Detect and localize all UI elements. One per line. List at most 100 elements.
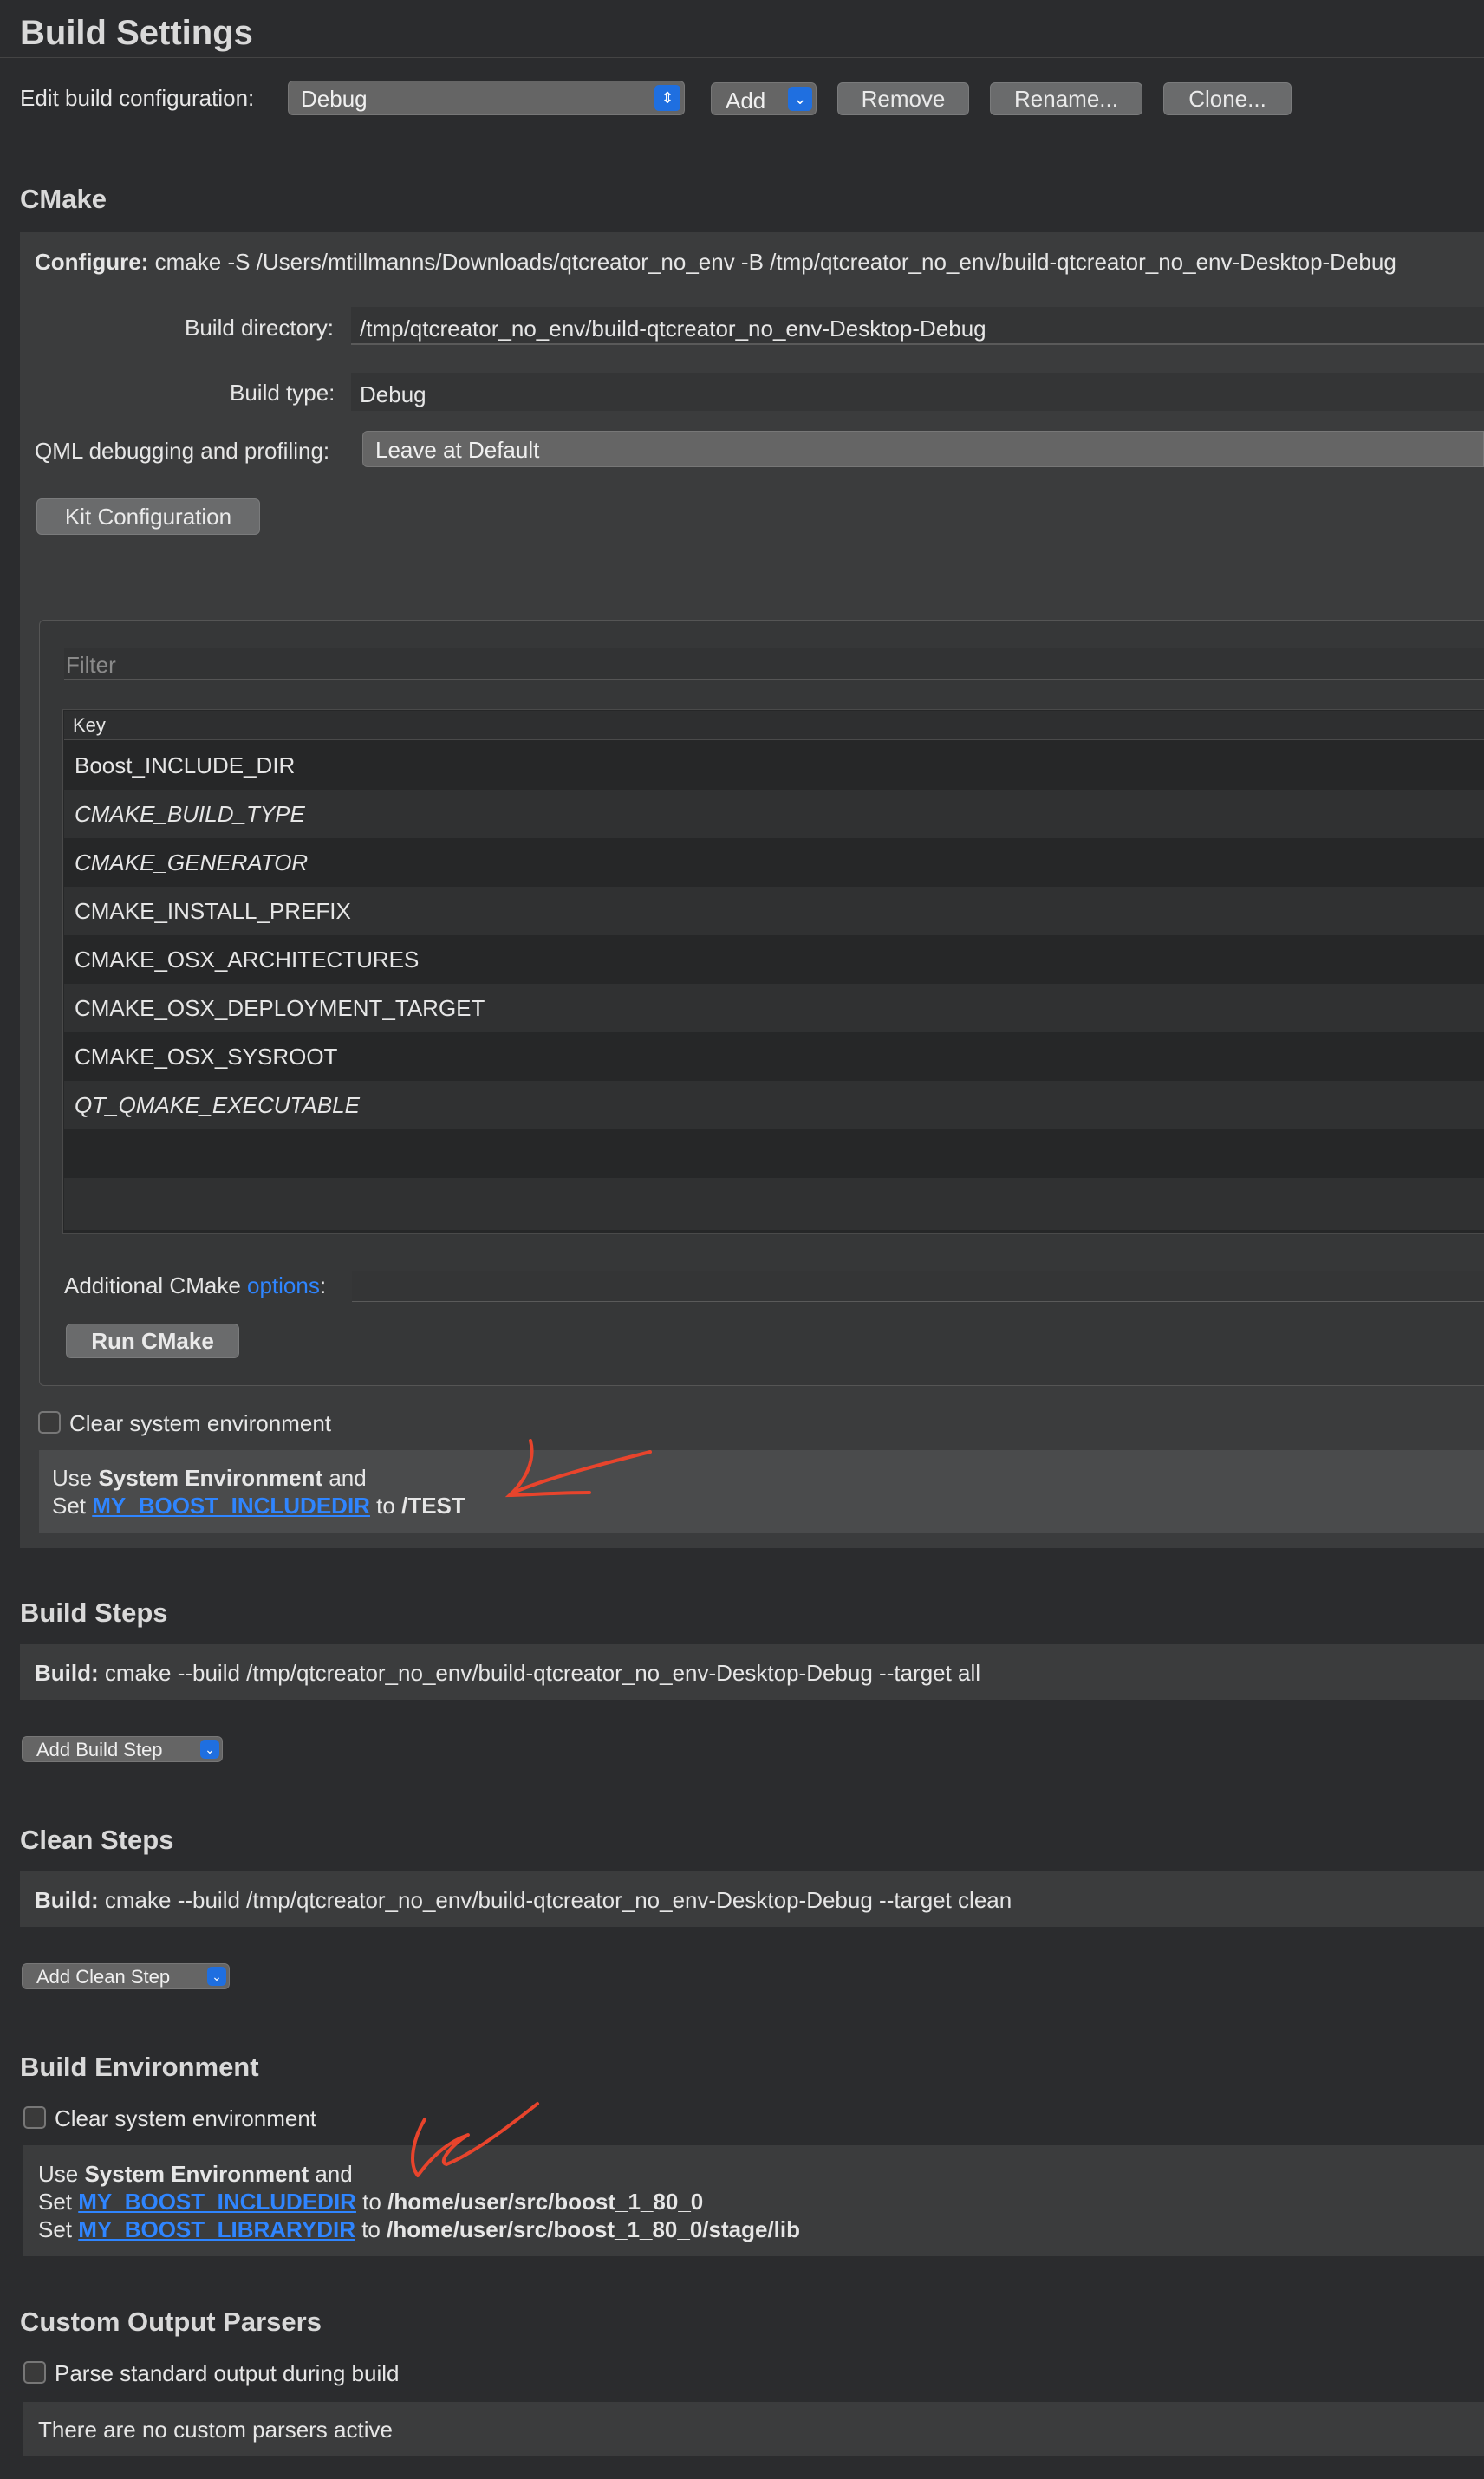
table-row-empty [64,1129,1484,1178]
build-type-label: Build type: [230,380,335,406]
clean-step-command: cmake --build /tmp/qtcreator_no_env/buil… [104,1887,1012,1913]
env-set-word: Set [52,1493,93,1519]
remove-config-button[interactable]: Remove [837,82,969,115]
env-to-word: to [355,2216,387,2242]
env-system-environment: System Environment [98,1465,323,1491]
table-row-empty [64,1178,1484,1230]
configure-command: cmake -S /Users/mtillmanns/Downloads/qtc… [154,249,1396,275]
additional-options-underline [352,1301,1484,1302]
build-type-field[interactable]: Debug [351,373,1484,411]
build-env-heading: Build Environment [20,2052,259,2082]
env-var-link[interactable]: MY_BOOST_INCLUDEDIR [78,2189,356,2215]
parse-output-label: Parse standard output during build [55,2360,400,2386]
table-row[interactable]: QT_QMAKE_EXECUTABLE [64,1081,1484,1129]
configure-line: Configure: cmake -S /Users/mtillmanns/Do… [35,249,1396,276]
table-cell-key: CMAKE_BUILD_TYPE [75,801,305,827]
build-dir-label: Build directory: [185,315,334,341]
page-title: Build Settings [20,14,253,52]
build-env-clear-label: Clear system environment [55,2105,316,2131]
env-to-word: to [355,2189,388,2215]
env-and-word: and [309,2161,353,2187]
run-cmake-button[interactable]: Run CMake [66,1324,239,1358]
updown-chevron-icon: ⇕ [654,85,680,111]
filter-underline [64,679,1484,680]
env-to-word: to [369,1493,402,1519]
table-cell-key: QT_QMAKE_EXECUTABLE [75,1092,360,1118]
kit-configuration-button[interactable]: Kit Configuration [36,498,260,535]
env-use-word: Use [38,2161,85,2187]
title-divider [0,57,1484,58]
clean-step-row[interactable]: Build: cmake --build /tmp/qtcreator_no_e… [20,1871,1484,1927]
build-dir-field[interactable]: /tmp/qtcreator_no_env/build-qtcreator_no… [351,307,1484,345]
additional-options-label: Additional CMake options: [64,1272,326,1299]
chevron-down-icon: ⌄ [207,1967,226,1986]
build-config-select[interactable]: Debug ⇕ [288,81,685,115]
qml-select[interactable]: Leave at Default [362,431,1484,467]
env-and-word: and [322,1465,367,1491]
env-var-value: /home/user/src/boost_1_80_0/stage/lib [387,2216,800,2242]
add-config-button[interactable]: Add ⌄ [711,82,817,115]
config-label: Edit build configuration: [20,85,255,111]
build-env-line1: Use System Environment and [38,2161,353,2188]
annotation-arrow-icon [504,1439,652,1498]
filter-placeholder: Filter [66,652,116,678]
table-row[interactable]: CMAKE_BUILD_TYPE [64,790,1484,838]
add-clean-step-button[interactable]: Add Clean Step ⌄ [22,1963,230,1989]
env-var-value: /TEST [401,1493,465,1519]
parsers-status-panel: There are no custom parsers active [23,2402,1484,2456]
parsers-heading: Custom Output Parsers [20,2307,322,2337]
env-set-word: Set [38,2216,79,2242]
table-row[interactable]: CMAKE_OSX_ARCHITECTURES [64,935,1484,984]
cmake-env-summary [39,1450,1484,1533]
env-var-value: /home/user/src/boost_1_80_0 [387,2189,704,2215]
env-var-link[interactable]: MY_BOOST_LIBRARYDIR [78,2216,355,2242]
qml-value: Leave at Default [375,437,540,463]
env-var-link[interactable]: MY_BOOST_INCLUDEDIR [92,1493,370,1519]
build-dir-underline [351,343,1484,345]
table-row[interactable]: CMAKE_OSX_DEPLOYMENT_TARGET [64,984,1484,1032]
options-link[interactable]: options [247,1272,320,1298]
table-row[interactable]: CMAKE_OSX_SYSROOT [64,1032,1484,1081]
additional-prefix: Additional CMake [64,1272,247,1298]
clean-steps-heading: Clean Steps [20,1825,174,1855]
build-env-clear-checkbox[interactable] [23,2106,46,2129]
table-cell-key: CMAKE_INSTALL_PREFIX [75,898,351,924]
build-step-row[interactable]: Build: cmake --build /tmp/qtcreator_no_e… [20,1644,1484,1700]
parsers-none-label: There are no custom parsers active [38,2417,393,2443]
filter-input[interactable]: Filter [64,648,1484,680]
build-step-command: cmake --build /tmp/qtcreator_no_env/buil… [104,1660,981,1686]
env-use-word: Use [52,1465,99,1491]
table-row[interactable]: CMAKE_INSTALL_PREFIX [64,887,1484,935]
table-row[interactable]: CMAKE_GENERATOR [64,838,1484,887]
table-cell-key: CMAKE_OSX_DEPLOYMENT_TARGET [75,995,485,1021]
clone-config-button[interactable]: Clone... [1163,82,1292,115]
rename-config-button[interactable]: Rename... [990,82,1142,115]
table-header-key[interactable]: Key [64,711,1484,740]
additional-options-input[interactable] [352,1271,1484,1302]
cmake-clear-env-checkbox[interactable] [38,1411,61,1434]
cmake-heading: CMake [20,184,107,214]
parse-output-checkbox[interactable] [23,2361,46,2384]
cmake-env-line2: Set MY_BOOST_INCLUDEDIR to /TEST [52,1493,465,1519]
chevron-down-icon: ⌄ [200,1740,219,1759]
cmake-env-line1: Use System Environment and [52,1465,367,1492]
table-cell-key: CMAKE_OSX_SYSROOT [75,1044,338,1070]
add-build-step-label: Add Build Step [36,1739,163,1760]
add-build-step-button[interactable]: Add Build Step ⌄ [22,1736,223,1762]
build-env-line2: Set MY_BOOST_INCLUDEDIR to /home/user/sr… [38,2189,703,2215]
env-set-word: Set [38,2189,79,2215]
build-steps-heading: Build Steps [20,1597,168,1628]
clean-step-prefix: Build: [35,1887,99,1913]
cmake-clear-env-label: Clear system environment [69,1410,331,1436]
build-type-value: Debug [360,381,426,407]
build-dir-value: /tmp/qtcreator_no_env/build-qtcreator_no… [360,316,986,342]
build-env-line3: Set MY_BOOST_LIBRARYDIR to /home/user/sr… [38,2216,800,2243]
table-cell-key: Boost_INCLUDE_DIR [75,752,296,778]
chevron-down-icon: ⌄ [788,87,812,111]
table-cell-key: CMAKE_GENERATOR [75,849,309,875]
table-cell-key: CMAKE_OSX_ARCHITECTURES [75,947,420,973]
additional-suffix: : [319,1272,327,1298]
qml-label: QML debugging and profiling: [35,438,330,464]
annotation-check-icon [411,2102,539,2177]
table-row[interactable]: Boost_INCLUDE_DIR [64,741,1484,790]
